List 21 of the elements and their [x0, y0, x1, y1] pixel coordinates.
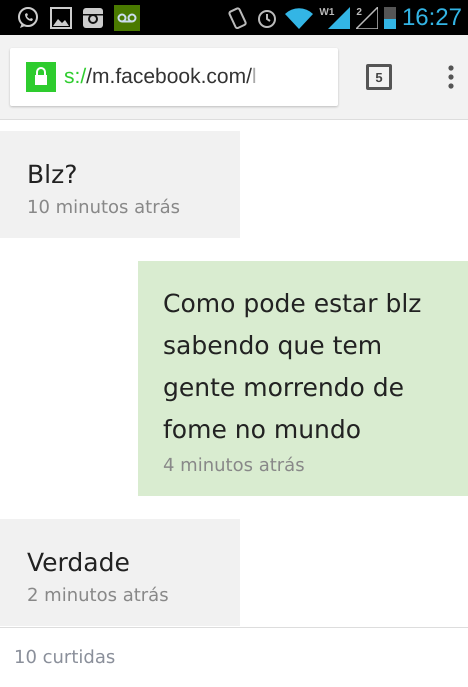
- message-time: 2 minutos atrás: [27, 585, 170, 606]
- url-text: s://m.facebook.com/l: [64, 65, 257, 89]
- message-time: 4 minutos atrás: [163, 455, 306, 476]
- likes-count: 10 curtidas: [14, 647, 116, 668]
- message-time: 10 minutos atrás: [27, 197, 182, 218]
- image-icon: [50, 6, 72, 28]
- vibrate-icon: [227, 6, 250, 30]
- message-text: Verdade: [27, 547, 131, 579]
- chat-bubble-icon: [16, 6, 40, 30]
- wifi-icon: [285, 6, 314, 28]
- message-text: Blz?: [27, 159, 78, 191]
- lock-icon: [26, 62, 56, 92]
- clock-time: 16:27: [402, 4, 462, 32]
- signal-icon: 2: [356, 6, 378, 28]
- camera-icon: [82, 6, 104, 28]
- voicemail-icon: [114, 4, 140, 30]
- tab-count-button[interactable]: 5: [366, 64, 392, 90]
- menu-icon[interactable]: [448, 65, 454, 89]
- message-text: Como pode estar blz sabendo que tem gente morrendo de fome no mundo: [163, 288, 422, 446]
- battery-icon: [384, 6, 396, 28]
- address-bar[interactable]: s://m.facebook.com/l: [10, 48, 338, 106]
